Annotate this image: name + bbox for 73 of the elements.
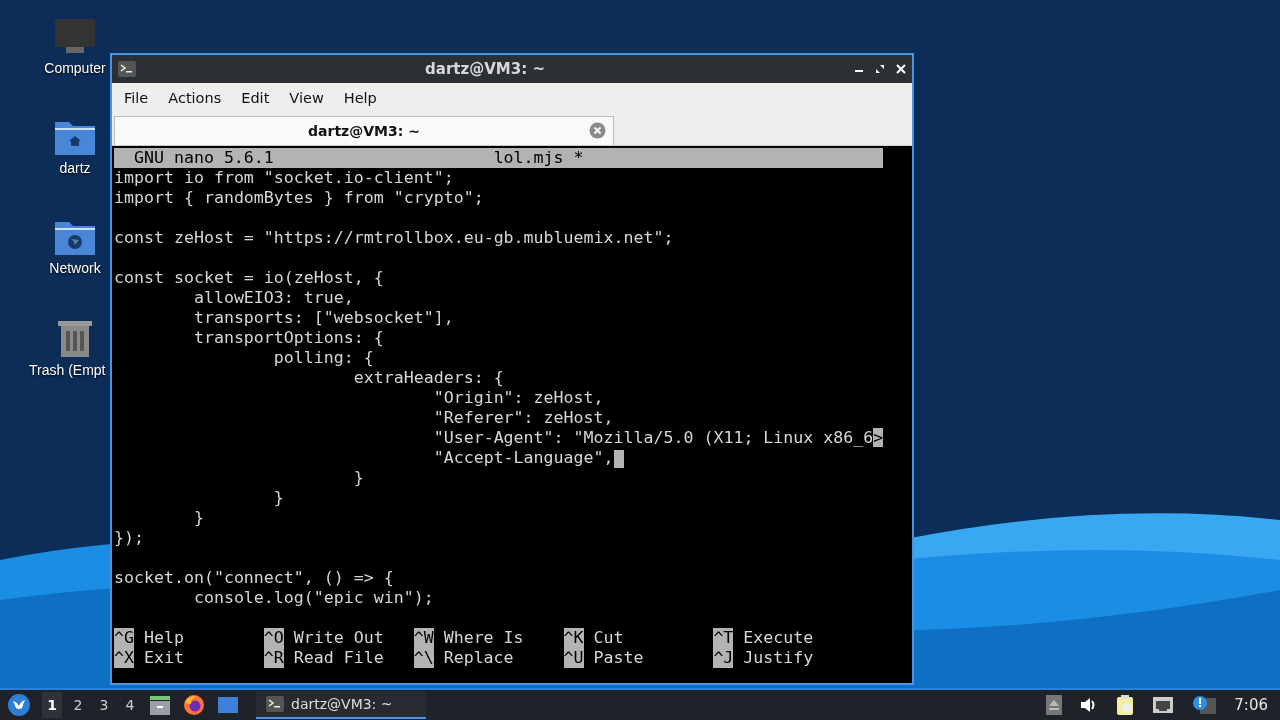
shortcut-label: Paste <box>593 648 644 668</box>
code-line: polling: { <box>272 348 374 367</box>
desktop-icon-label[interactable]: Network <box>49 260 101 276</box>
code-line: const socket = io(zeHost, { <box>114 268 384 287</box>
close-icon[interactable] <box>896 64 906 74</box>
overflow-marker: > <box>873 428 884 447</box>
shortcut-label: Justify <box>743 648 814 668</box>
terminal-tab[interactable]: dartz@VM3: ~ <box>114 116 614 145</box>
show-desktop-icon[interactable] <box>217 696 239 714</box>
code-line: transports: ["websocket"], <box>192 308 454 327</box>
firefox-icon[interactable] <box>183 694 205 716</box>
eject-icon[interactable] <box>1046 695 1063 715</box>
clock: 7:06 <box>1234 696 1268 714</box>
code-line: import { randomBytes } from "crypto"; <box>114 188 484 207</box>
code-line: const zeHost = "https://rmtrollbox.eu-gb.mubluemix.net"; <box>114 228 674 247</box>
monitor-icon[interactable] <box>54 18 96 56</box>
shortcut-key: ^K <box>563 628 584 648</box>
menu-item[interactable]: Actions <box>158 90 232 106</box>
shortcut-key: ^U <box>563 648 584 668</box>
close-tab-icon[interactable] <box>589 122 606 139</box>
shortcut-label: Write Out <box>293 628 384 648</box>
file-name: lol.mjs * <box>493 148 584 168</box>
code-line: socket.on("connect", () => { <box>114 568 394 587</box>
maximize-icon[interactable] <box>875 64 885 74</box>
shortcut-key: ^J <box>713 648 734 668</box>
code-line: "Referer": zeHost, <box>432 408 614 427</box>
terminal-icon <box>266 696 284 712</box>
shortcut-label: Help <box>143 628 184 648</box>
shortcut-key: ^T <box>713 628 734 648</box>
taskbar-window-button[interactable]: dartz@VM3: ~ <box>256 691 426 719</box>
workspace-button[interactable]: 3 <box>94 692 114 718</box>
menu-item[interactable]: Help <box>333 90 387 106</box>
desktop-icon-label[interactable]: Computer <box>44 60 106 76</box>
shortcut-label: Exit <box>143 648 184 668</box>
code-line: allowEIO3: true, <box>192 288 354 307</box>
code-line: import io from "socket.io-client"; <box>114 168 454 187</box>
code-line: "Accept-Language", <box>432 448 614 467</box>
workspace-button[interactable]: 4 <box>120 692 140 718</box>
menu-item[interactable]: Edit <box>231 90 280 106</box>
desktop-icon-label[interactable]: dartz <box>59 160 91 176</box>
start-menu-icon[interactable] <box>8 694 30 716</box>
shortcut-label: Replace <box>443 648 514 668</box>
shortcut-key: ^O <box>263 628 284 648</box>
code-line: console.log("epic win"); <box>192 588 434 607</box>
workspace-button[interactable]: 1 <box>42 692 62 718</box>
file-cabinet-icon[interactable] <box>149 695 171 715</box>
shortcut-key: ^\ <box>413 648 434 668</box>
code-line: "User-Agent": "Mozilla/5.0 (X11; Linux x86_6 <box>432 428 874 447</box>
desktop-icon-label[interactable]: Trash (Empt <box>29 362 106 378</box>
shortcut-label: Read File <box>293 648 384 668</box>
shortcut-key: ^X <box>114 648 134 668</box>
network-port-icon[interactable] <box>1152 696 1175 714</box>
menu-item[interactable]: File <box>114 90 159 106</box>
code-line: transportOptions: { <box>192 328 384 347</box>
window-title: dartz@VM3: ~ <box>424 60 546 78</box>
shortcut-key: ^R <box>263 648 284 668</box>
terminal-icon <box>118 61 136 77</box>
clipboard-icon[interactable] <box>1116 694 1135 716</box>
code-line: } <box>352 468 364 487</box>
notification-icon[interactable] <box>1192 695 1217 715</box>
shortcut-label: Where Is <box>443 628 524 648</box>
shortcut-key: ^W <box>413 628 434 648</box>
workspace-button[interactable]: 2 <box>68 692 88 718</box>
code-line: extraHeaders: { <box>352 368 504 387</box>
code-line: } <box>272 488 284 507</box>
shortcut-label: Cut <box>593 628 624 648</box>
menu-item[interactable]: View <box>279 90 334 106</box>
code-line: } <box>192 508 204 527</box>
nano-version: GNU nano 5.6.1 <box>133 148 274 168</box>
shortcut-key: ^G <box>114 628 134 648</box>
code-line: "Origin": zeHost, <box>432 388 604 407</box>
code-line: }); <box>114 528 144 547</box>
shortcut-label: Execute <box>743 628 814 648</box>
